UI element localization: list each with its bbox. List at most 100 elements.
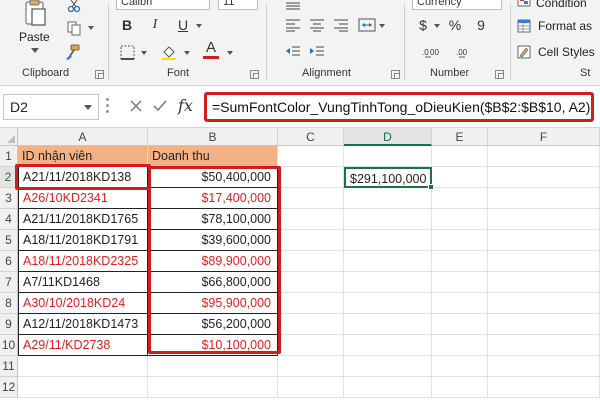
empty-cell[interactable] — [344, 230, 432, 251]
underline-dropdown-icon[interactable] — [196, 24, 202, 28]
empty-cell[interactable] — [488, 167, 600, 188]
empty-cell[interactable] — [278, 188, 344, 209]
font-color-button[interactable]: A — [201, 40, 221, 60]
empty-cell[interactable] — [344, 377, 432, 398]
font-dialog-launcher-icon[interactable] — [250, 70, 259, 79]
font-size-dropdown[interactable]: 11 — [218, 0, 258, 10]
empty-cell[interactable] — [488, 314, 600, 335]
formula-bar-grip-icon[interactable] — [106, 98, 110, 114]
borders-icon[interactable] — [117, 42, 137, 62]
cell-revenue[interactable] — [148, 377, 278, 398]
empty-cell[interactable] — [278, 356, 344, 377]
percent-style-button[interactable]: % — [445, 15, 465, 35]
cell-revenue[interactable]: $56,200,000 — [148, 314, 278, 335]
empty-cell[interactable] — [344, 356, 432, 377]
borders-dropdown-icon[interactable] — [141, 51, 147, 55]
empty-cell[interactable] — [278, 230, 344, 251]
empty-cell[interactable] — [432, 293, 488, 314]
increase-decimal-icon[interactable]: .0 00 — [421, 42, 441, 62]
bold-button[interactable]: B — [117, 15, 137, 35]
empty-cell[interactable] — [278, 377, 344, 398]
column-b-header-cell[interactable]: Doanh thu — [148, 146, 278, 167]
merge-center-icon[interactable] — [357, 15, 377, 35]
paste-dropdown-icon[interactable] — [31, 48, 39, 53]
insert-function-button[interactable]: fx — [178, 96, 193, 115]
paste-icon[interactable] — [20, 0, 50, 28]
column-header-a[interactable]: A — [18, 128, 148, 146]
cut-icon[interactable] — [64, 0, 84, 16]
empty-cell[interactable] — [488, 230, 600, 251]
empty-cell[interactable] — [488, 209, 600, 230]
column-header-e[interactable]: E — [432, 128, 488, 146]
empty-cell[interactable] — [278, 251, 344, 272]
row-header[interactable]: 10 — [0, 335, 18, 356]
empty-cell[interactable] — [432, 356, 488, 377]
empty-cell[interactable] — [488, 356, 600, 377]
empty-cell[interactable] — [278, 314, 344, 335]
empty-cell[interactable] — [344, 188, 432, 209]
empty-cell[interactable] — [432, 314, 488, 335]
formula-input[interactable]: =SumFontColor_VungTinhTong_oDieuKien($B$… — [204, 92, 594, 122]
cell-employee-id[interactable]: A21/11/2018KD1765 — [18, 209, 148, 230]
column-header-f[interactable]: F — [488, 128, 600, 146]
cell-employee-id[interactable]: A18/11/2018KD2325 — [18, 251, 148, 272]
empty-cell[interactable] — [432, 209, 488, 230]
cell-revenue[interactable]: $17,400,000 — [148, 188, 278, 209]
conditional-formatting-button[interactable]: Condition — [536, 0, 587, 10]
empty-cell[interactable] — [488, 188, 600, 209]
empty-cell[interactable] — [278, 146, 344, 167]
column-header-b[interactable]: B — [148, 128, 278, 146]
row-header[interactable]: 1 — [0, 146, 18, 167]
empty-cell[interactable] — [344, 209, 432, 230]
empty-cell[interactable] — [344, 335, 432, 356]
column-header-d[interactable]: D — [344, 128, 432, 146]
empty-cell[interactable] — [432, 272, 488, 293]
column-header-c[interactable]: C — [278, 128, 344, 146]
empty-cell[interactable] — [488, 272, 600, 293]
name-box-dropdown-icon[interactable] — [84, 105, 92, 110]
comma-style-button[interactable]: 9 — [471, 15, 491, 35]
empty-cell[interactable] — [488, 377, 600, 398]
empty-cell[interactable] — [278, 209, 344, 230]
enter-checkmark-icon[interactable] — [150, 96, 170, 116]
empty-cell[interactable] — [344, 251, 432, 272]
font-name-dropdown[interactable]: Calibri — [116, 0, 210, 10]
empty-cell[interactable] — [488, 146, 600, 167]
row-header[interactable]: 8 — [0, 293, 18, 314]
empty-cell[interactable] — [488, 251, 600, 272]
align-right-icon[interactable] — [331, 15, 351, 35]
empty-cell[interactable] — [432, 230, 488, 251]
row-header[interactable]: 11 — [0, 356, 18, 377]
cell-employee-id[interactable]: A21/11/2018KD138 — [18, 167, 148, 188]
number-format-dropdown[interactable]: Currency — [412, 0, 502, 10]
empty-cell[interactable] — [432, 377, 488, 398]
row-header[interactable]: 4 — [0, 209, 18, 230]
italic-button[interactable]: I — [145, 15, 165, 35]
clipboard-dialog-launcher-icon[interactable] — [95, 70, 104, 79]
empty-cell[interactable] — [278, 293, 344, 314]
align-left-icon[interactable] — [283, 15, 303, 35]
empty-cell[interactable] — [488, 335, 600, 356]
cell-employee-id[interactable]: A29/11/KD2738 — [18, 335, 148, 356]
row-header[interactable]: 6 — [0, 251, 18, 272]
row-header[interactable]: 12 — [0, 377, 18, 398]
cell-revenue[interactable] — [148, 356, 278, 377]
row-header[interactable]: 3 — [0, 188, 18, 209]
empty-cell[interactable] — [488, 293, 600, 314]
decrease-decimal-icon[interactable]: .00 — [455, 42, 475, 62]
empty-cell[interactable] — [432, 188, 488, 209]
alignment-dialog-launcher-icon[interactable] — [391, 70, 400, 79]
row-header[interactable]: 7 — [0, 272, 18, 293]
empty-cell[interactable] — [278, 272, 344, 293]
empty-cell[interactable] — [432, 167, 488, 188]
format-as-table-icon[interactable] — [516, 18, 532, 34]
format-painter-icon[interactable] — [62, 42, 82, 62]
currency-dropdown-icon[interactable] — [434, 24, 440, 28]
paste-button-label[interactable]: Paste — [19, 30, 50, 44]
decrease-indent-icon[interactable] — [283, 42, 303, 62]
cell-styles-icon[interactable] — [516, 44, 532, 60]
merge-dropdown-icon[interactable] — [379, 24, 385, 28]
align-top-icon[interactable] — [283, 0, 303, 16]
empty-cell[interactable] — [344, 293, 432, 314]
copy-icon[interactable] — [64, 18, 84, 38]
